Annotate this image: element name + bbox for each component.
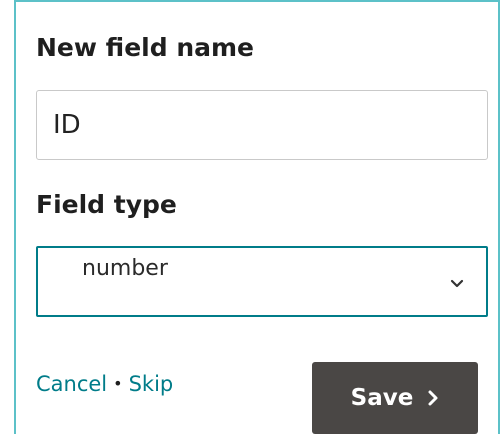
field-name-input[interactable] [36, 90, 488, 160]
field-name-label: New field name [36, 33, 255, 62]
new-field-panel: New field name Field type number Cancel •… [14, 0, 500, 434]
cancel-link[interactable]: Cancel [36, 372, 107, 396]
save-button[interactable]: Save [312, 362, 478, 434]
secondary-actions: Cancel • Skip [36, 374, 173, 395]
field-type-selected-value: number [82, 256, 168, 281]
chevron-down-icon [450, 276, 464, 288]
chevron-right-icon [427, 389, 439, 407]
field-type-select[interactable]: number [36, 246, 488, 317]
save-button-label: Save [350, 385, 414, 411]
field-type-label: Field type [36, 190, 177, 219]
separator-dot: • [113, 374, 123, 393]
skip-link[interactable]: Skip [129, 372, 174, 396]
